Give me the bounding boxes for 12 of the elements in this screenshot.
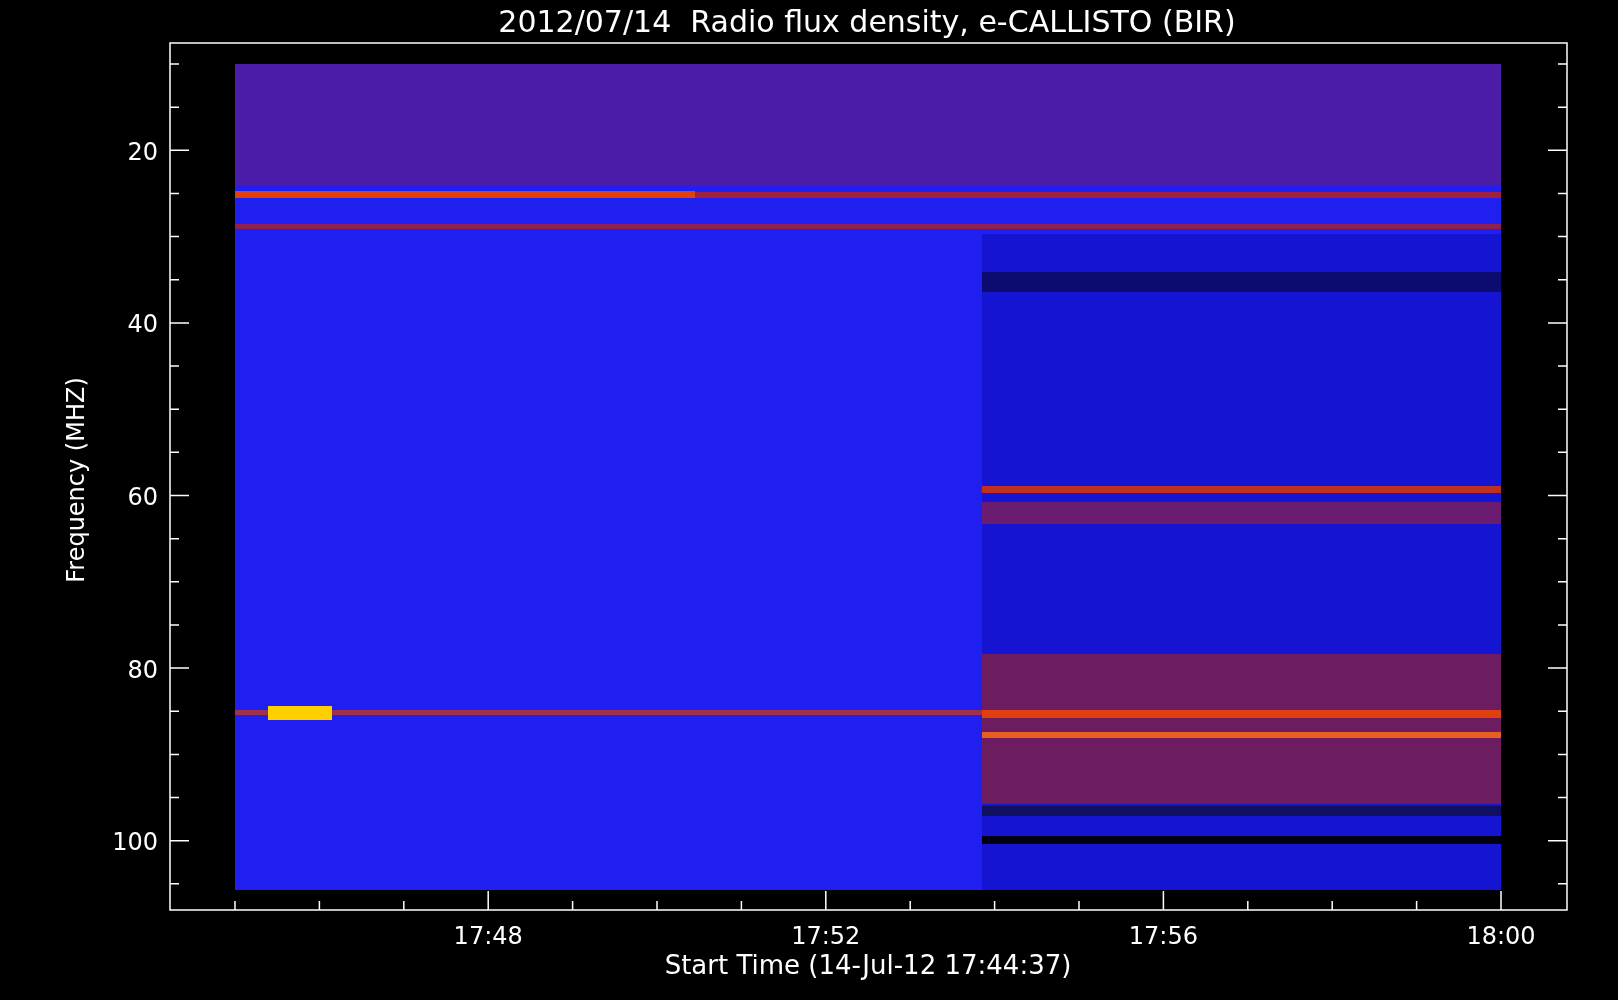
y-tick-label: 40	[127, 310, 158, 339]
y-tick-label: 80	[127, 655, 158, 684]
x-tick-label: 17:56	[1128, 922, 1198, 950]
y-tick-label: 20	[127, 137, 158, 166]
y-axis-label: Frequency (MHZ)	[62, 377, 90, 583]
x-axis-label: Start Time (14-Jul-12 17:44:37)	[664, 950, 1072, 980]
y-tick-label: 100	[112, 828, 158, 857]
x-tick-label: 17:48	[453, 922, 523, 950]
x-tick-label: 17:52	[791, 922, 861, 950]
x-tick-label: 18:00	[1466, 922, 1536, 950]
chart-title: 2012/07/14 Radio flux density, e-CALLISTO (BIR)	[498, 4, 1236, 39]
y-tick-label: 60	[127, 482, 158, 511]
